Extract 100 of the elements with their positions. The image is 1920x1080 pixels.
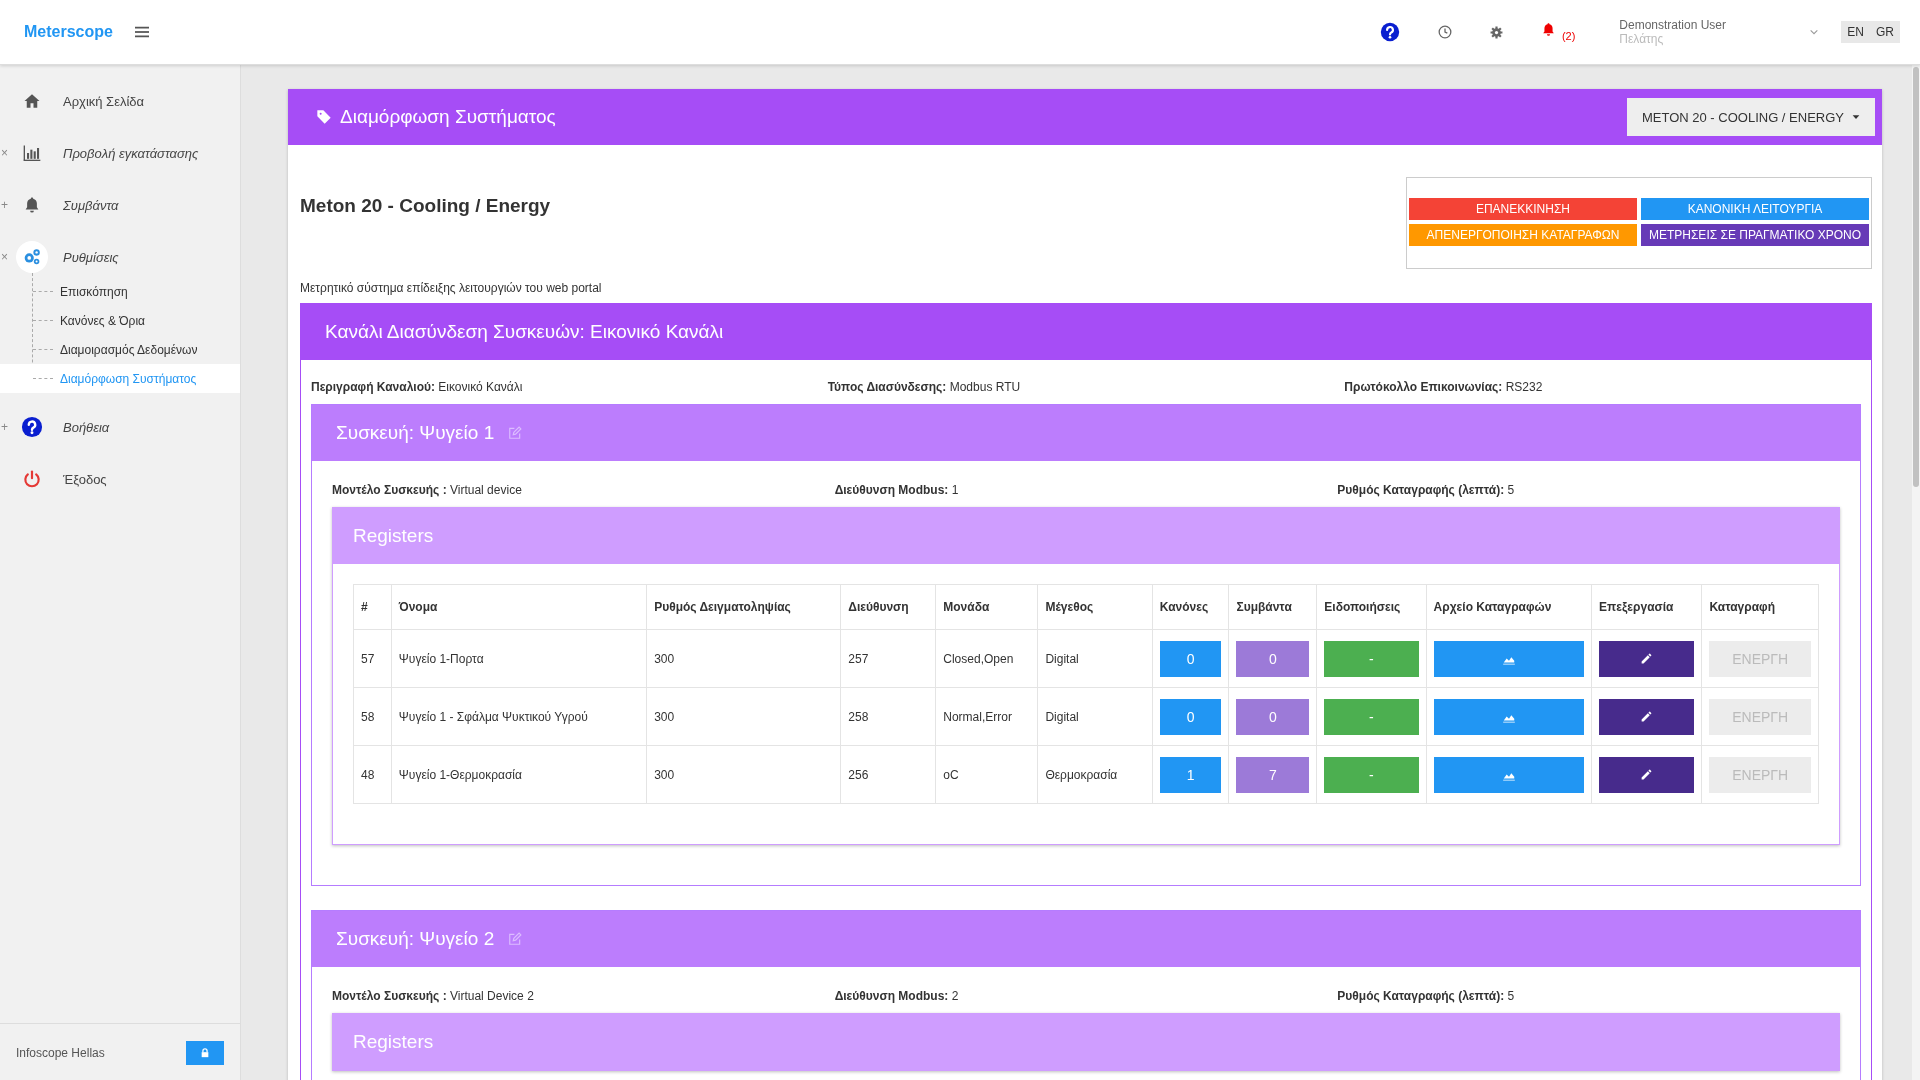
table-cell: Ψυγείο 1-Θερμοκρασία	[391, 745, 647, 804]
bell-icon	[23, 196, 41, 214]
pencil-icon	[1640, 768, 1654, 781]
log-archive-button[interactable]	[1433, 698, 1585, 735]
caret-icon	[1852, 113, 1860, 121]
menu-icon	[134, 25, 149, 39]
sidebar-item[interactable]: + Βοήθεια	[0, 401, 240, 453]
events-button[interactable]: 0	[1236, 698, 1310, 735]
rules-button[interactable]: 1	[1159, 756, 1222, 793]
toggle-mark[interactable]: +	[1, 198, 8, 212]
settings-icon	[1489, 25, 1503, 39]
submenu-item[interactable]: Διαμοιρασμός Δεδομένων	[0, 335, 240, 364]
alerts-button[interactable]: -	[1324, 640, 1419, 677]
alerts-button[interactable]: -	[1324, 698, 1419, 735]
sidebar-item[interactable]: Αρχική Σελίδα	[0, 75, 240, 127]
edit-button[interactable]	[1599, 640, 1695, 677]
toggle-mark[interactable]: +	[1, 420, 8, 434]
events-button[interactable]: 7	[1236, 756, 1310, 793]
column-header: Μέγεθος	[1037, 584, 1153, 630]
registers-title: Registers	[353, 1031, 434, 1053]
device-title: Συσκευή: Ψυγείο 2	[336, 928, 495, 950]
table-cell: 257	[840, 629, 936, 688]
log-archive-button[interactable]	[1433, 756, 1585, 793]
action-button[interactable]: ΕΠΑΝΕΚΚΙΝΗΣΗ	[1409, 198, 1637, 220]
column-header: #	[353, 584, 392, 630]
info-text: Μοντέλο Συσκευής : Virtual device	[332, 483, 523, 497]
info-text: Ρυθμός Καταγραφής (λεπτά): 5	[1337, 483, 1516, 497]
chevron-icon	[1809, 27, 1820, 37]
edit-button[interactable]	[1599, 698, 1695, 735]
action-button[interactable]: ΑΠΕΝΕΡΓΟΠΟΙΗΣΗ ΚΑΤΑΓΡΑΦΩΝ	[1409, 224, 1637, 246]
column-header: Καταγραφή	[1701, 584, 1819, 630]
column-header: Ειδοποιήσεις	[1316, 584, 1427, 630]
table-cell: Digital	[1037, 687, 1153, 746]
edit-icon-button[interactable]	[508, 426, 523, 440]
rules-button[interactable]: 0	[1159, 640, 1222, 677]
page-title: Διαμόρφωση Συστήματος	[340, 106, 556, 128]
table-cell: 256	[840, 745, 936, 804]
column-header: Επεξεργασία	[1591, 584, 1702, 630]
table-cell: 48	[353, 745, 392, 804]
bar-chart-icon	[22, 143, 42, 163]
table-cell: Closed,Open	[935, 629, 1038, 688]
lock-button[interactable]	[186, 1040, 224, 1065]
submenu-item[interactable]: Κανόνες & Όρια	[0, 306, 240, 335]
help-icon	[1379, 22, 1400, 42]
column-header: Αρχείο Καταγραφών	[1426, 584, 1592, 630]
edit-icon-button[interactable]	[508, 932, 523, 946]
device-dropdown[interactable]: METON 20 - COOLING / ENERGY	[1626, 98, 1875, 136]
info-text: Πρωτόκολλο Επικοινωνίας: RS232	[1344, 380, 1544, 394]
table-cell: Normal,Error	[935, 687, 1038, 746]
sidebar-item[interactable]: + Συμβάντα	[0, 179, 240, 231]
edit-button[interactable]	[1599, 756, 1695, 793]
power-icon	[22, 469, 42, 489]
table-cell: 300	[646, 745, 841, 804]
toggle-mark[interactable]: ×	[1, 146, 8, 160]
lock-icon	[200, 1047, 210, 1058]
description-text: Μετρητικό σύστημα επίδειξης λειτουργιών του web portal	[300, 281, 603, 295]
column-header: Μονάδα	[935, 584, 1038, 630]
table-cell: Ψυγείο 1 - Σφάλμα Ψυκτικού Υγρού	[391, 687, 647, 746]
device-title: Συσκευή: Ψυγείο 1	[336, 422, 495, 444]
scrollbar-thumb[interactable]	[1913, 67, 1919, 487]
pencil-icon	[1640, 652, 1654, 665]
alerts-button[interactable]: -	[1324, 756, 1419, 793]
edit-icon	[508, 932, 523, 946]
menu-button[interactable]	[134, 25, 149, 39]
column-header: Διεύθυνση	[840, 584, 936, 630]
action-button[interactable]: ΜΕΤΡΗΣΕΙΣ ΣΕ ΠΡΑΓΜΑΤΙΚΟ ΧΡΟΝΟ	[1641, 224, 1869, 246]
column-header: Κανόνες	[1152, 584, 1229, 630]
sidebar-item[interactable]: Έξοδος	[0, 453, 240, 505]
info-text: Περιγραφή Καναλιού: Εικονικό Κανάλι	[311, 380, 524, 394]
toggle-mark[interactable]: ×	[1, 250, 8, 264]
info-text: Διεύθυνση Modbus: 1	[834, 483, 960, 497]
info-text: Τύπος Διασύνδεσης: Modbus RTU	[827, 380, 1022, 394]
tag-icon	[316, 109, 332, 125]
info-text: Μοντέλο Συσκευής : Virtual Device 2	[332, 989, 535, 1003]
clock-icon	[1437, 25, 1452, 39]
rules-button[interactable]: 0	[1159, 698, 1222, 735]
company-name: Infoscope Hellas	[16, 1045, 105, 1060]
table-cell: Θερμοκρασία	[1037, 745, 1153, 804]
info-text: Διεύθυνση Modbus: 2	[834, 989, 960, 1003]
table-cell: 258	[840, 687, 936, 746]
events-button[interactable]: 0	[1236, 640, 1310, 677]
pencil-icon	[1640, 710, 1654, 723]
table-cell: 300	[646, 687, 841, 746]
log-archive-button[interactable]	[1433, 640, 1585, 677]
submenu-item[interactable]: Διαμόρφωση Συστήματος	[0, 364, 240, 393]
home-icon	[23, 92, 41, 110]
table-cell: Digital	[1037, 629, 1153, 688]
column-header: Ρυθμός Δειγματοληψίας	[646, 584, 841, 630]
system-name: Meton 20 - Cooling / Energy	[300, 195, 551, 217]
table-cell: 300	[646, 629, 841, 688]
table-cell: 58	[353, 687, 392, 746]
column-header: Όνομα	[391, 584, 647, 630]
sidebar-item[interactable]: × Προβολή εγκατάστασης	[0, 127, 240, 179]
info-text: Ρυθμός Καταγραφής (λεπτά): 5	[1337, 989, 1516, 1003]
table-cell: Ψυγείο 1-Πορτα	[391, 629, 647, 688]
user-name: Demonstration User	[1619, 18, 1728, 32]
action-button[interactable]: ΚΑΝΟΝΙΚΗ ΛΕΙΤΟΥΡΓΙΑ	[1641, 198, 1869, 220]
edit-icon	[508, 426, 523, 440]
app-title: Meterscope	[24, 23, 113, 41]
registers-title: Registers	[353, 525, 434, 547]
